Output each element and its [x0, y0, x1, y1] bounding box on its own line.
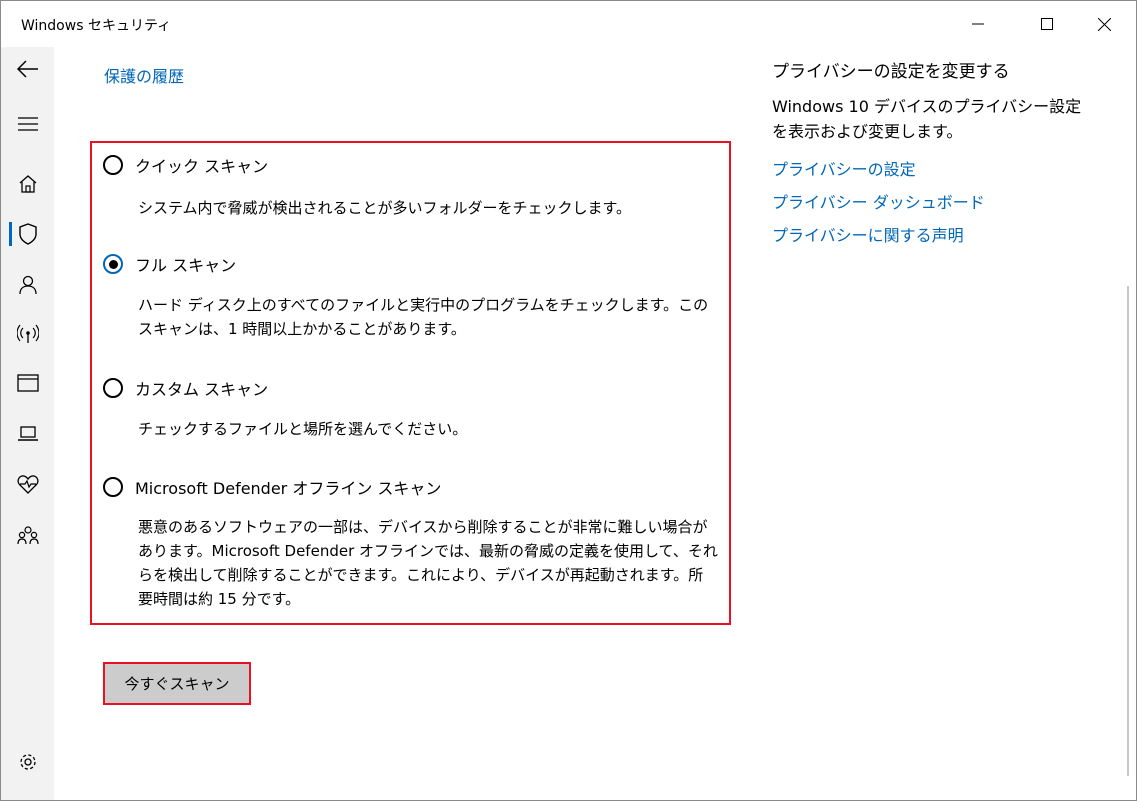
full-scan-radio[interactable]	[103, 254, 123, 274]
close-icon	[1097, 17, 1111, 31]
laptop-icon	[17, 426, 38, 441]
sidebar-item-firewall[interactable]	[1, 312, 54, 356]
full-scan-option[interactable]: フル スキャン	[103, 252, 236, 276]
offline-scan-radio[interactable]	[103, 477, 123, 497]
protection-history-link[interactable]: 保護の履歴	[104, 63, 184, 87]
privacy-settings-link[interactable]: プライバシーの設定	[772, 156, 916, 180]
minimize-button[interactable]	[955, 1, 1001, 47]
maximize-icon	[1041, 18, 1053, 30]
offline-scan-option[interactable]: Microsoft Defender オフライン スキャン	[103, 475, 441, 499]
heart-pulse-icon	[16, 475, 39, 494]
privacy-section-title: プライバシーの設定を変更する	[772, 62, 1010, 82]
offline-scan-label: Microsoft Defender オフライン スキャン	[135, 479, 442, 498]
full-scan-description: ハード ディスク上のすべてのファイルと実行中のプログラムをチェックします。このス…	[138, 296, 709, 338]
maximize-button[interactable]	[1024, 1, 1070, 47]
wireless-icon	[16, 324, 39, 343]
custom-scan-label: カスタム スキャン	[135, 380, 269, 399]
sidebar-item-settings[interactable]	[1, 740, 54, 784]
offline-scan-description: 悪意のあるソフトウェアの一部は、デバイスから削除することが非常に難しい場合があり…	[138, 518, 718, 608]
sidebar-item-home[interactable]	[1, 162, 54, 206]
shield-icon	[18, 223, 37, 245]
family-icon	[16, 526, 39, 545]
title-bar: Windows セキュリティ	[1, 1, 1136, 47]
sidebar-item-family[interactable]	[1, 513, 54, 557]
app-browser-icon	[16, 374, 39, 392]
custom-scan-description: チェックするファイルと場所を選んでください。	[138, 420, 468, 438]
window-title: Windows セキュリティ	[21, 18, 172, 34]
quick-scan-label: クイック スキャン	[135, 157, 269, 176]
quick-scan-radio[interactable]	[103, 155, 123, 175]
sidebar-item-device-security[interactable]	[1, 412, 54, 456]
home-icon	[19, 175, 36, 193]
custom-scan-option[interactable]: カスタム スキャン	[103, 376, 268, 400]
app-window: Windows セキュリティ 保護の履歴 クイック スキャン システム内で脅威が…	[0, 0, 1137, 801]
sidebar-item-app-browser[interactable]	[1, 361, 54, 405]
hamburger-menu-icon	[17, 117, 38, 131]
quick-scan-description: システム内で脅威が検出されることが多いフォルダーをチェックします。	[138, 199, 632, 217]
minimize-icon	[972, 23, 984, 25]
privacy-statement-link[interactable]: プライバシーに関する声明	[772, 222, 964, 246]
sidebar-item-device-health[interactable]	[1, 462, 54, 506]
scrollbar[interactable]	[1127, 286, 1129, 776]
quick-scan-option[interactable]: クイック スキャン	[103, 153, 268, 177]
privacy-dashboard-link[interactable]: プライバシー ダッシュボード	[772, 189, 985, 213]
custom-scan-radio[interactable]	[103, 378, 123, 398]
gear-icon	[19, 754, 36, 770]
back-button[interactable]	[1, 47, 54, 91]
privacy-section-description: Windows 10 デバイスのプライバシー設定を表示および変更します。	[772, 97, 1082, 141]
close-button[interactable]	[1081, 1, 1127, 47]
full-scan-label: フル スキャン	[135, 256, 237, 275]
radio-selected-dot	[108, 259, 118, 269]
person-icon	[18, 275, 37, 295]
sidebar-item-account[interactable]	[1, 263, 54, 307]
scan-now-button[interactable]: 今すぐスキャン	[105, 664, 249, 703]
sidebar-item-virus-protection[interactable]	[1, 212, 54, 256]
menu-button[interactable]	[1, 102, 54, 146]
sidebar	[1, 47, 54, 800]
back-arrow-icon	[16, 60, 38, 78]
